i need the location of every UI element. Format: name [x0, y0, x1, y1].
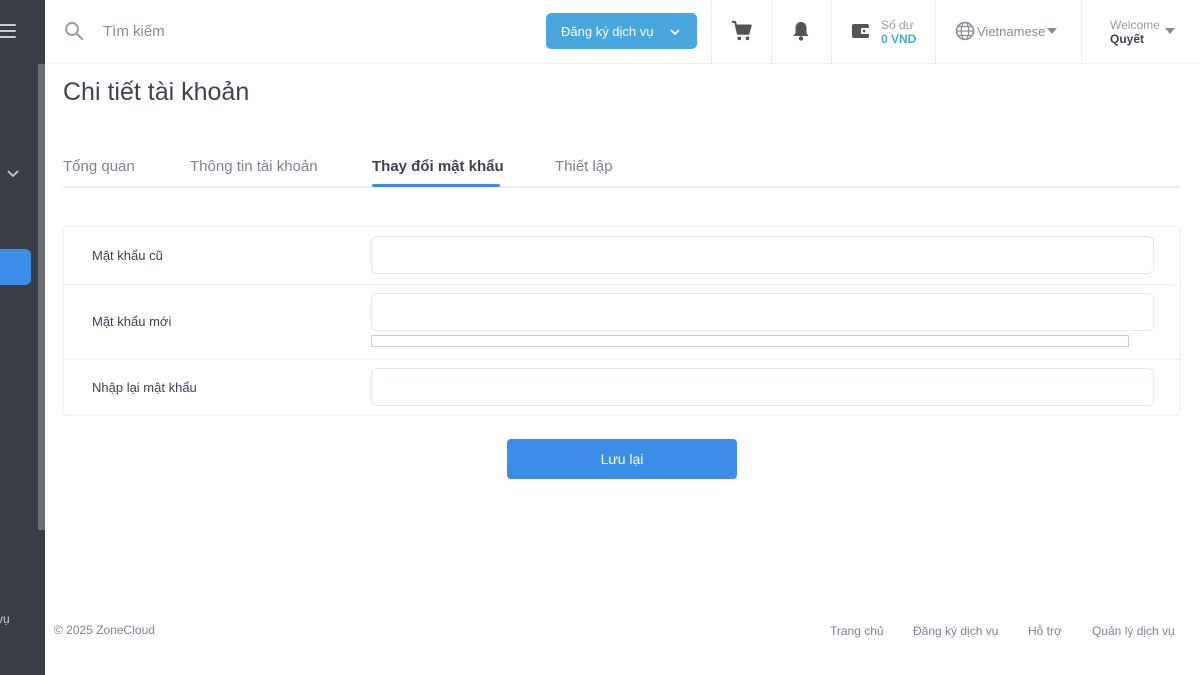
change-password-form: Mật khẩu cũ Mật khẩu mới Nhập lại mật kh…	[63, 226, 1181, 416]
sidebar-scrollbar[interactable]	[38, 64, 45, 530]
balance-display: Số dư 0 VND	[881, 18, 916, 46]
save-button[interactable]: Lưu lại	[507, 439, 737, 479]
tab-settings[interactable]: Thiết lập	[555, 158, 613, 175]
header-divider	[1081, 0, 1082, 64]
active-tab-indicator	[372, 184, 500, 187]
search-input[interactable]	[103, 18, 403, 44]
confirm-password-label: Nhập lại mật khẩu	[92, 380, 197, 395]
header-divider	[711, 0, 712, 64]
balance-label: Số dư	[881, 18, 914, 32]
caret-down-icon[interactable]	[1047, 28, 1057, 34]
form-row-old-password: Mật khẩu cũ	[64, 227, 1180, 285]
tab-overview[interactable]: Tổng quan	[63, 158, 135, 175]
sidebar: vụ	[0, 0, 45, 675]
new-password-label: Mật khẩu mới	[92, 314, 172, 329]
form-row-confirm-password: Nhập lại mật khẩu	[64, 360, 1180, 417]
sidebar-active-item[interactable]	[0, 249, 31, 285]
search-icon	[65, 22, 84, 41]
register-service-label: Đăng ký dịch vụ	[561, 23, 654, 39]
old-password-input[interactable]	[371, 236, 1154, 274]
footer-link-support[interactable]: Hỗ trợ	[1028, 624, 1062, 638]
bell-icon[interactable]	[791, 20, 811, 42]
footer-link-home[interactable]: Trang chủ	[830, 624, 884, 638]
form-row-new-password: Mật khẩu mới	[64, 285, 1180, 360]
register-service-button[interactable]: Đăng ký dịch vụ	[546, 13, 697, 49]
chevron-down-icon	[670, 29, 680, 36]
balance-value: 0 VND	[881, 32, 917, 46]
header-divider	[935, 0, 936, 64]
header-divider	[771, 0, 772, 64]
user-menu[interactable]: Welcome Quyết	[1110, 18, 1160, 46]
cart-icon[interactable]	[731, 20, 753, 42]
globe-icon[interactable]	[955, 21, 975, 41]
copyright: © 2025 ZoneCloud	[54, 623, 155, 637]
wallet-icon	[852, 24, 870, 38]
sidebar-item-label[interactable]: vụ	[0, 612, 10, 626]
footer-link-manage[interactable]: Quản lý dịch vụ	[1092, 624, 1175, 638]
top-header: Đăng ký dịch vụ Số dư 0 VND Vietnamese W…	[45, 0, 1200, 64]
tab-account-info[interactable]: Thông tin tài khoản	[190, 158, 318, 175]
chevron-down-icon[interactable]	[6, 166, 20, 180]
confirm-password-input[interactable]	[371, 368, 1154, 406]
caret-down-icon[interactable]	[1165, 28, 1175, 34]
tab-change-password[interactable]: Thay đổi mật khẩu	[372, 158, 504, 175]
footer-link-register[interactable]: Đăng ký dịch vụ	[913, 624, 998, 638]
user-name: Quyết	[1110, 32, 1145, 46]
header-divider	[831, 0, 832, 64]
menu-icon[interactable]	[0, 22, 16, 40]
welcome-label: Welcome	[1110, 18, 1160, 32]
language-selector[interactable]: Vietnamese	[977, 24, 1045, 39]
account-tabs: Tổng quan Thông tin tài khoản Thay đổi m…	[63, 150, 1181, 188]
old-password-label: Mật khẩu cũ	[92, 248, 163, 263]
new-password-input[interactable]	[371, 293, 1154, 331]
password-strength-bar	[371, 335, 1129, 347]
page-title: Chi tiết tài khoản	[63, 78, 250, 106]
